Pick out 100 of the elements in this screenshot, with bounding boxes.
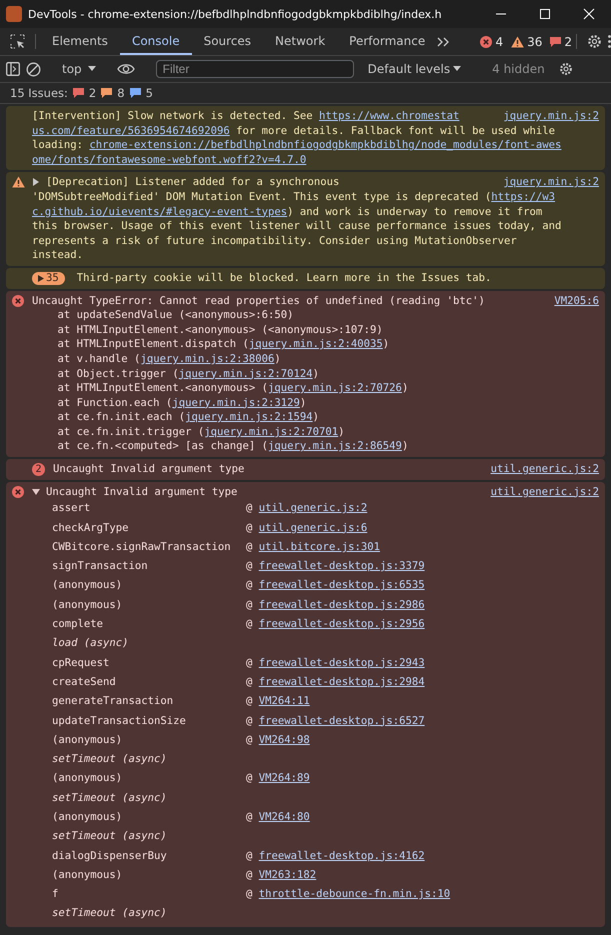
error-issue-icon bbox=[72, 88, 84, 98]
sidebar-icon[interactable] bbox=[6, 62, 20, 76]
stack-link[interactable]: freewallet-desktop.js:2986 bbox=[258, 598, 425, 611]
at-sign: @ bbox=[246, 598, 252, 611]
link[interactable]: ome/fonts/fontawesome-webfont.woff2?v=4.7.0 bbox=[32, 154, 306, 166]
clear-console-icon[interactable] bbox=[26, 62, 41, 76]
stack-link[interactable]: freewallet-desktop.js:4162 bbox=[258, 850, 425, 862]
issue-count-icon bbox=[550, 36, 562, 46]
link[interactable]: us.com/feature/5636954674692096 bbox=[32, 124, 230, 137]
source-link[interactable]: jquery.min.js:2 bbox=[503, 109, 599, 124]
more-options-icon[interactable] bbox=[608, 35, 611, 48]
at-sign: @ bbox=[246, 676, 252, 688]
issues-bar[interactable]: 15 Issues: 2 8 5 bbox=[0, 83, 611, 104]
warning-count-icon bbox=[511, 36, 524, 48]
link[interactable]: jquery.min.js:2:3129 bbox=[172, 396, 300, 409]
stack-link[interactable]: freewallet-desktop.js:3379 bbox=[258, 560, 425, 572]
at-sign: @ bbox=[246, 772, 252, 784]
at-sign: @ bbox=[246, 579, 252, 592]
message-text: us.com/feature/5636954674692096 for more details. Fallback font will be used while loading: chrome-extension://befbdlhplndbnfiogodgbkmpkbdiblhg/node_modules/font-awes ome/fonts/fontawesome-webfont.woff2?v=4.7.0 bbox=[32, 124, 562, 168]
function-name: cpRequest bbox=[52, 656, 110, 671]
async-label: setTimeout (async) bbox=[52, 829, 168, 844]
function-name: generateTransaction bbox=[52, 694, 174, 710]
function-name: (anonymous) bbox=[52, 598, 124, 613]
warning-count: 36 bbox=[527, 34, 542, 48]
function-name: (anonymous) bbox=[52, 578, 124, 594]
hidden-count: 4 hidden bbox=[492, 62, 545, 76]
stack-link[interactable]: VM264:98 bbox=[258, 734, 310, 746]
source-link[interactable]: util.generic.js:2 bbox=[490, 462, 599, 477]
link[interactable]: jquery.min.js:2:1594 bbox=[185, 411, 313, 424]
at-sign: @ bbox=[246, 618, 252, 630]
link[interactable]: jquery.min.js:2:40035 bbox=[248, 338, 383, 350]
tab[interactable]: Performance bbox=[337, 28, 438, 55]
stack-link[interactable]: util.generic.js:6 bbox=[258, 522, 368, 534]
stack-link[interactable]: VM264:11 bbox=[258, 695, 310, 708]
at-sign: @ bbox=[246, 522, 252, 534]
async-label: setTimeout (async) bbox=[52, 906, 168, 922]
tab[interactable]: Console bbox=[120, 28, 192, 55]
link[interactable]: chrome-extension://befbdlhplndbnfiogodgbkmpkbdiblhg/node_modules/font-awes bbox=[89, 139, 562, 152]
link[interactable]: jquery.min.js:2:38006 bbox=[140, 352, 274, 365]
message-text: Third-party cookie will be blocked. Learn more in the Issues tab. bbox=[76, 270, 492, 286]
filter-field[interactable]: Filter bbox=[156, 60, 354, 78]
stack-link[interactable]: VM264:89 bbox=[258, 772, 310, 784]
link[interactable]: c.github.io/uievents/#legacy-event-types bbox=[32, 206, 288, 218]
collapse-caret-icon[interactable] bbox=[32, 486, 40, 497]
link[interactable]: jquery.min.js:2:70124 bbox=[178, 368, 313, 380]
repeat-count-badge[interactable]: 35 bbox=[32, 272, 65, 285]
issues-label: 15 Issues: bbox=[10, 86, 68, 100]
async-label: setTimeout (async) bbox=[52, 790, 168, 806]
tab[interactable]: Network bbox=[263, 28, 338, 55]
stack-link[interactable]: VM264:80 bbox=[258, 811, 310, 823]
stack-link[interactable]: freewallet-desktop.js:2984 bbox=[258, 676, 425, 688]
eye-icon[interactable] bbox=[116, 63, 135, 75]
stack-link[interactable]: freewallet-desktop.js:2943 bbox=[258, 656, 425, 669]
error-count: 4 bbox=[495, 34, 504, 48]
info-issue-count: 5 bbox=[146, 86, 153, 100]
settings-icon[interactable] bbox=[558, 62, 573, 76]
function-name: (anonymous) bbox=[52, 868, 124, 883]
window-title: DevTools - chrome-extension://befbdlhplndbnfiogodgbkmpkbdiblhg/index.h bbox=[28, 8, 443, 20]
source-link[interactable]: jquery.min.js:2 bbox=[503, 175, 599, 190]
inspect-element-icon[interactable] bbox=[10, 34, 25, 49]
function-name: CWBitcore.signRawTransaction bbox=[52, 540, 232, 555]
tab[interactable]: Elements bbox=[40, 28, 120, 55]
function-name: dialogDispenserBuy bbox=[52, 848, 168, 864]
message-text: Uncaught Invalid argument type bbox=[46, 484, 238, 500]
at-sign: @ bbox=[246, 560, 252, 572]
message-text: [Deprecation] Listener added for a synchronous bbox=[46, 175, 340, 190]
expand-caret-icon[interactable] bbox=[32, 177, 40, 188]
stack-link[interactable]: util.bitcore.js:301 bbox=[258, 540, 380, 553]
stack-link[interactable]: freewallet-desktop.js:2956 bbox=[258, 618, 425, 630]
function-name: signTransaction bbox=[52, 559, 149, 574]
stack-link[interactable]: util.generic.js:2 bbox=[258, 502, 368, 514]
stack-link[interactable]: throttle-debounce-fn.min.js:10 bbox=[258, 888, 450, 900]
function-name: complete bbox=[52, 617, 104, 632]
stack-link[interactable]: VM263:182 bbox=[258, 868, 316, 881]
settings-icon[interactable] bbox=[587, 34, 602, 49]
function-name: (anonymous) bbox=[52, 810, 124, 825]
stack-link[interactable]: freewallet-desktop.js:6527 bbox=[258, 714, 425, 727]
function-name: (anonymous) bbox=[52, 771, 124, 786]
source-link[interactable]: VM205:6 bbox=[554, 294, 599, 308]
at-sign: @ bbox=[246, 734, 252, 746]
error-count-icon bbox=[480, 36, 492, 48]
stack-link[interactable]: freewallet-desktop.js:6535 bbox=[258, 579, 425, 592]
warning-issue-count: 8 bbox=[117, 86, 125, 100]
context-dropdown[interactable]: top bbox=[62, 62, 96, 76]
link[interactable]: https://w3 bbox=[491, 190, 555, 203]
log-levels-dropdown[interactable]: Default levels bbox=[368, 62, 462, 76]
more-tabs-icon[interactable] bbox=[437, 36, 452, 46]
link[interactable]: jquery.min.js:2:70701 bbox=[204, 426, 338, 438]
message-text: at updateSendValue (<anonymous>:6:50) at HTMLInputElement.<anonymous> (<anonymous>:107:9) at HTMLInputElement.dispatch (jquery.min.js:2:40035) at v.handle (jquery.min.js:2:38006) at Object.trigger (jquery.min.js:2:70124) at HTMLInputElement.<anonymous> (jquery.min.js:2:70726) at Function.each (jquery.min.js:2:3129) at ce.fn.init.each (jquery.min.js:2:1594) at ce.fn.init.trigger (jquery.min.js:2:70701) at ce.fn.<computed> [as change] (jquery.min.js:2:86549) bbox=[56, 308, 408, 454]
link[interactable]: jquery.min.js:2:86549 bbox=[268, 440, 402, 452]
repeat-count-badge: 2 bbox=[32, 463, 45, 476]
tab[interactable]: Sources bbox=[192, 28, 264, 55]
source-link[interactable]: util.generic.js:2 bbox=[490, 484, 599, 500]
at-sign: @ bbox=[246, 540, 252, 553]
at-sign: @ bbox=[246, 868, 252, 881]
link[interactable]: jquery.min.js:2:70726 bbox=[268, 382, 402, 394]
function-name: (anonymous) bbox=[52, 732, 124, 748]
link[interactable]: https://www.chromestat bbox=[319, 110, 460, 122]
caret-icon bbox=[88, 66, 96, 72]
message-text: Uncaught Invalid argument type bbox=[53, 462, 246, 477]
